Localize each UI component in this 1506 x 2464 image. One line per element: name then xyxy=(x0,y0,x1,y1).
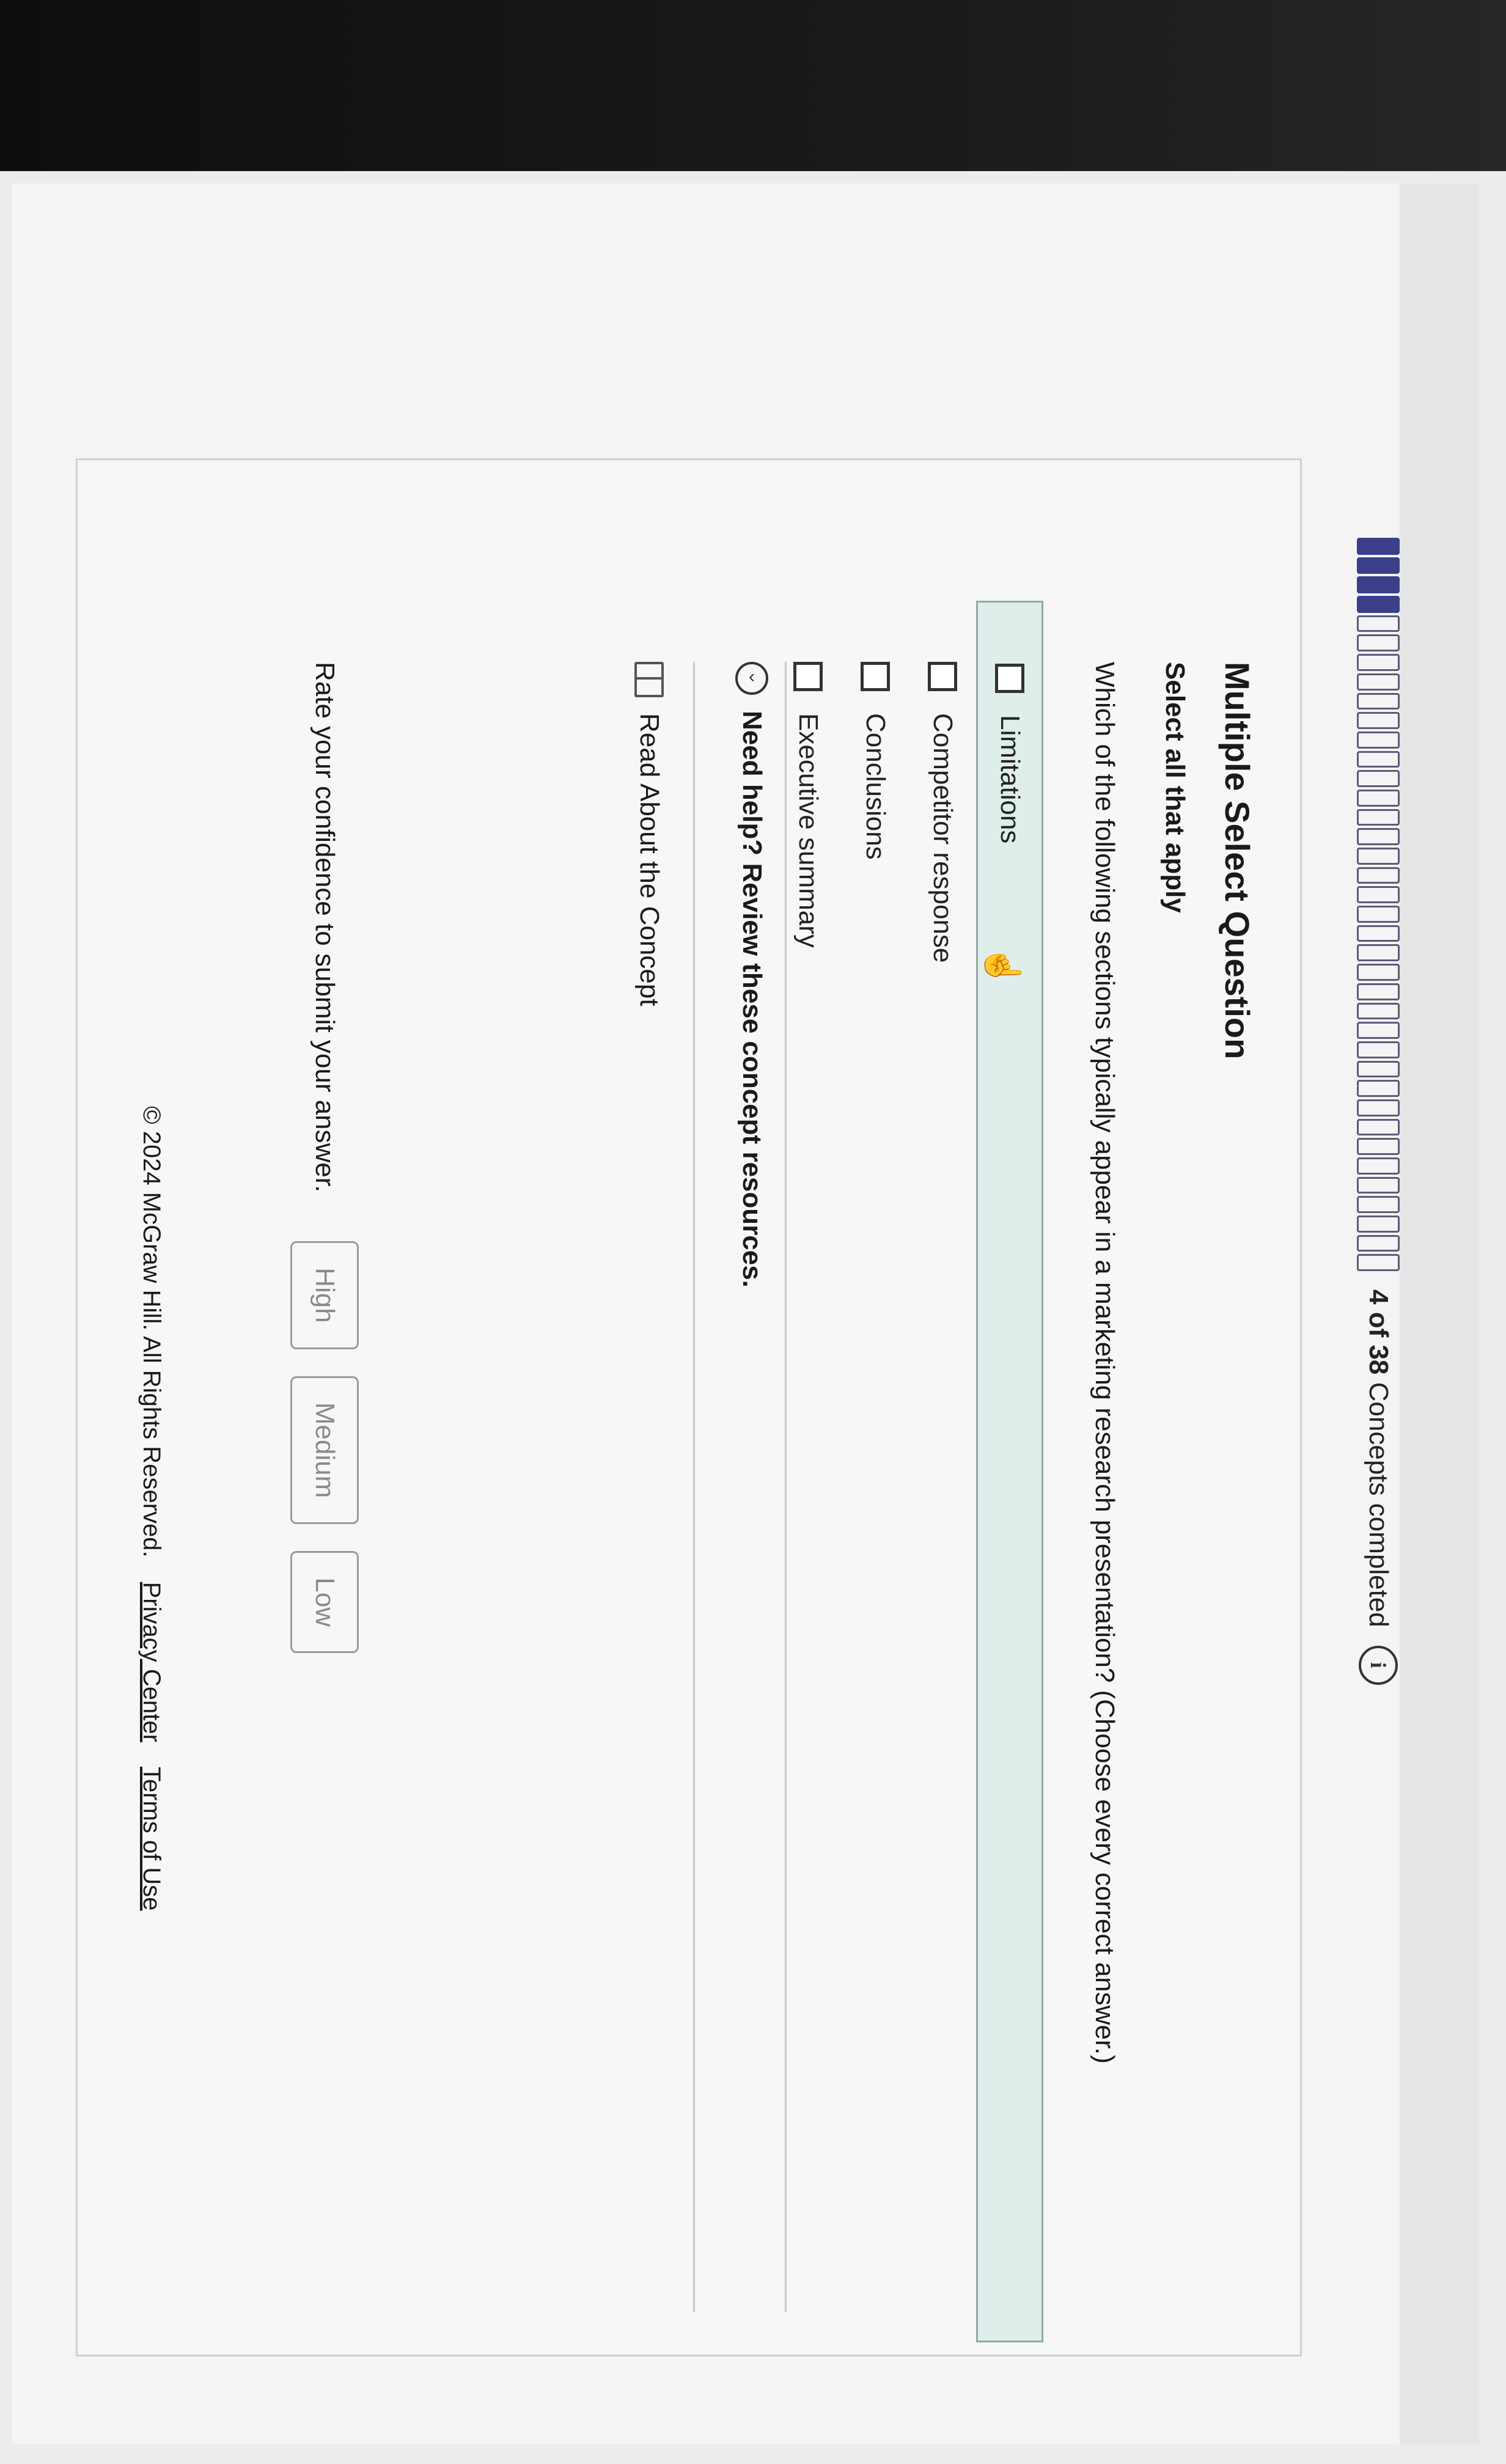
header-band xyxy=(1400,183,1479,2444)
progress-segment xyxy=(1357,1138,1400,1155)
progress-segment xyxy=(1357,654,1400,671)
screen: 4 of 38 Concepts completed i Multiple Se… xyxy=(0,171,1506,2464)
progress-segment xyxy=(1357,1216,1400,1233)
book-icon xyxy=(634,662,664,697)
need-help-toggle[interactable]: › Need help? Review these concept resour… xyxy=(735,662,768,1288)
progress-segment xyxy=(1357,692,1400,710)
question-text: Which of the following sections typicall… xyxy=(1090,662,1120,2064)
progress-strip: 4 of 38 Concepts completed i xyxy=(1357,538,1400,1685)
progress-segment xyxy=(1357,1022,1400,1039)
progress-segment xyxy=(1357,789,1400,807)
progress-segment xyxy=(1357,596,1400,613)
low-confidence-button[interactable]: Low xyxy=(290,1551,359,1653)
question-instruction: Select all that apply xyxy=(1160,662,1190,913)
progress-segment xyxy=(1357,1176,1400,1194)
progress-segment xyxy=(1357,925,1400,942)
option-competitor-response[interactable]: Competitor response xyxy=(909,601,976,2342)
progress-segment xyxy=(1357,809,1400,826)
progress-segment xyxy=(1357,867,1400,884)
divider xyxy=(693,662,695,2312)
option-label: Competitor response xyxy=(928,713,958,963)
high-confidence-button[interactable]: High xyxy=(290,1241,359,1349)
progress-segment xyxy=(1357,964,1400,981)
option-label: Executive summary xyxy=(793,713,823,948)
progress-segment xyxy=(1357,1254,1400,1272)
question-type: Multiple Select Question xyxy=(1218,662,1257,1060)
progress-segment xyxy=(1357,1118,1400,1136)
hand-pointer-icon: ☝ xyxy=(984,945,1023,988)
copyright: © 2024 McGraw Hill. All Rights Reserved. xyxy=(138,1106,165,1558)
confidence-section: Rate your confidence to submit your answ… xyxy=(290,662,359,1680)
progress-segment xyxy=(1357,1060,1400,1078)
footer: © 2024 McGraw Hill. All Rights Reserved.… xyxy=(138,1106,165,1911)
progress-segment xyxy=(1357,848,1400,865)
answer-options: Limitations ☝ Competitor response Conclu… xyxy=(774,601,1043,2342)
read-about-concept-link[interactable]: Read About the Concept xyxy=(634,662,664,1006)
info-icon[interactable]: i xyxy=(1359,1645,1398,1685)
confidence-prompt: Rate your confidence to submit your answ… xyxy=(310,662,340,1193)
checkbox[interactable] xyxy=(861,662,890,691)
progress-segment xyxy=(1357,828,1400,845)
progress-segment xyxy=(1357,1002,1400,1020)
progress-segment xyxy=(1357,906,1400,923)
progress-segment xyxy=(1357,731,1400,749)
progress-segment xyxy=(1357,1041,1400,1058)
option-label: Limitations xyxy=(995,715,1025,844)
progress-segment xyxy=(1357,634,1400,652)
option-limitations[interactable]: Limitations ☝ xyxy=(976,601,1043,2342)
progress-segment xyxy=(1357,538,1400,555)
progress-segment xyxy=(1357,673,1400,691)
progress-segment xyxy=(1357,1080,1400,1097)
progress-segment xyxy=(1357,944,1400,962)
option-label: Conclusions xyxy=(861,713,891,860)
progress-segment xyxy=(1357,1234,1400,1252)
checkbox[interactable] xyxy=(995,664,1024,693)
divider xyxy=(785,662,787,2312)
read-about-label: Read About the Concept xyxy=(634,713,664,1007)
chevron-circle-icon: › xyxy=(735,662,768,695)
progress-count: 4 of 38 xyxy=(1364,1289,1394,1375)
progress-segment xyxy=(1357,1157,1400,1175)
question-card: Multiple Select Question Select all that… xyxy=(76,458,1302,2356)
progress-suffix: Concepts completed xyxy=(1364,1382,1394,1627)
progress-segment xyxy=(1357,712,1400,729)
progress-bar xyxy=(1357,538,1400,1272)
progress-segment xyxy=(1357,1099,1400,1116)
question-page: 4 of 38 Concepts completed i Multiple Se… xyxy=(12,183,1479,2444)
progress-segment xyxy=(1357,983,1400,1000)
progress-segment xyxy=(1357,750,1400,768)
progress-segment xyxy=(1357,1196,1400,1214)
need-help-label: Need help? Review these concept resource… xyxy=(737,711,767,1288)
progress-segment xyxy=(1357,886,1400,904)
medium-confidence-button[interactable]: Medium xyxy=(290,1376,359,1525)
checkbox[interactable] xyxy=(793,662,823,691)
checkbox[interactable] xyxy=(928,662,957,691)
progress-text: 4 of 38 Concepts completed xyxy=(1363,1289,1394,1627)
progress-segment xyxy=(1357,576,1400,594)
terms-of-use-link[interactable]: Terms of Use xyxy=(138,1767,165,1911)
progress-segment xyxy=(1357,557,1400,574)
progress-segment xyxy=(1357,770,1400,787)
progress-segment xyxy=(1357,615,1400,632)
privacy-center-link[interactable]: Privacy Center xyxy=(138,1582,165,1742)
option-conclusions[interactable]: Conclusions xyxy=(842,601,909,2342)
